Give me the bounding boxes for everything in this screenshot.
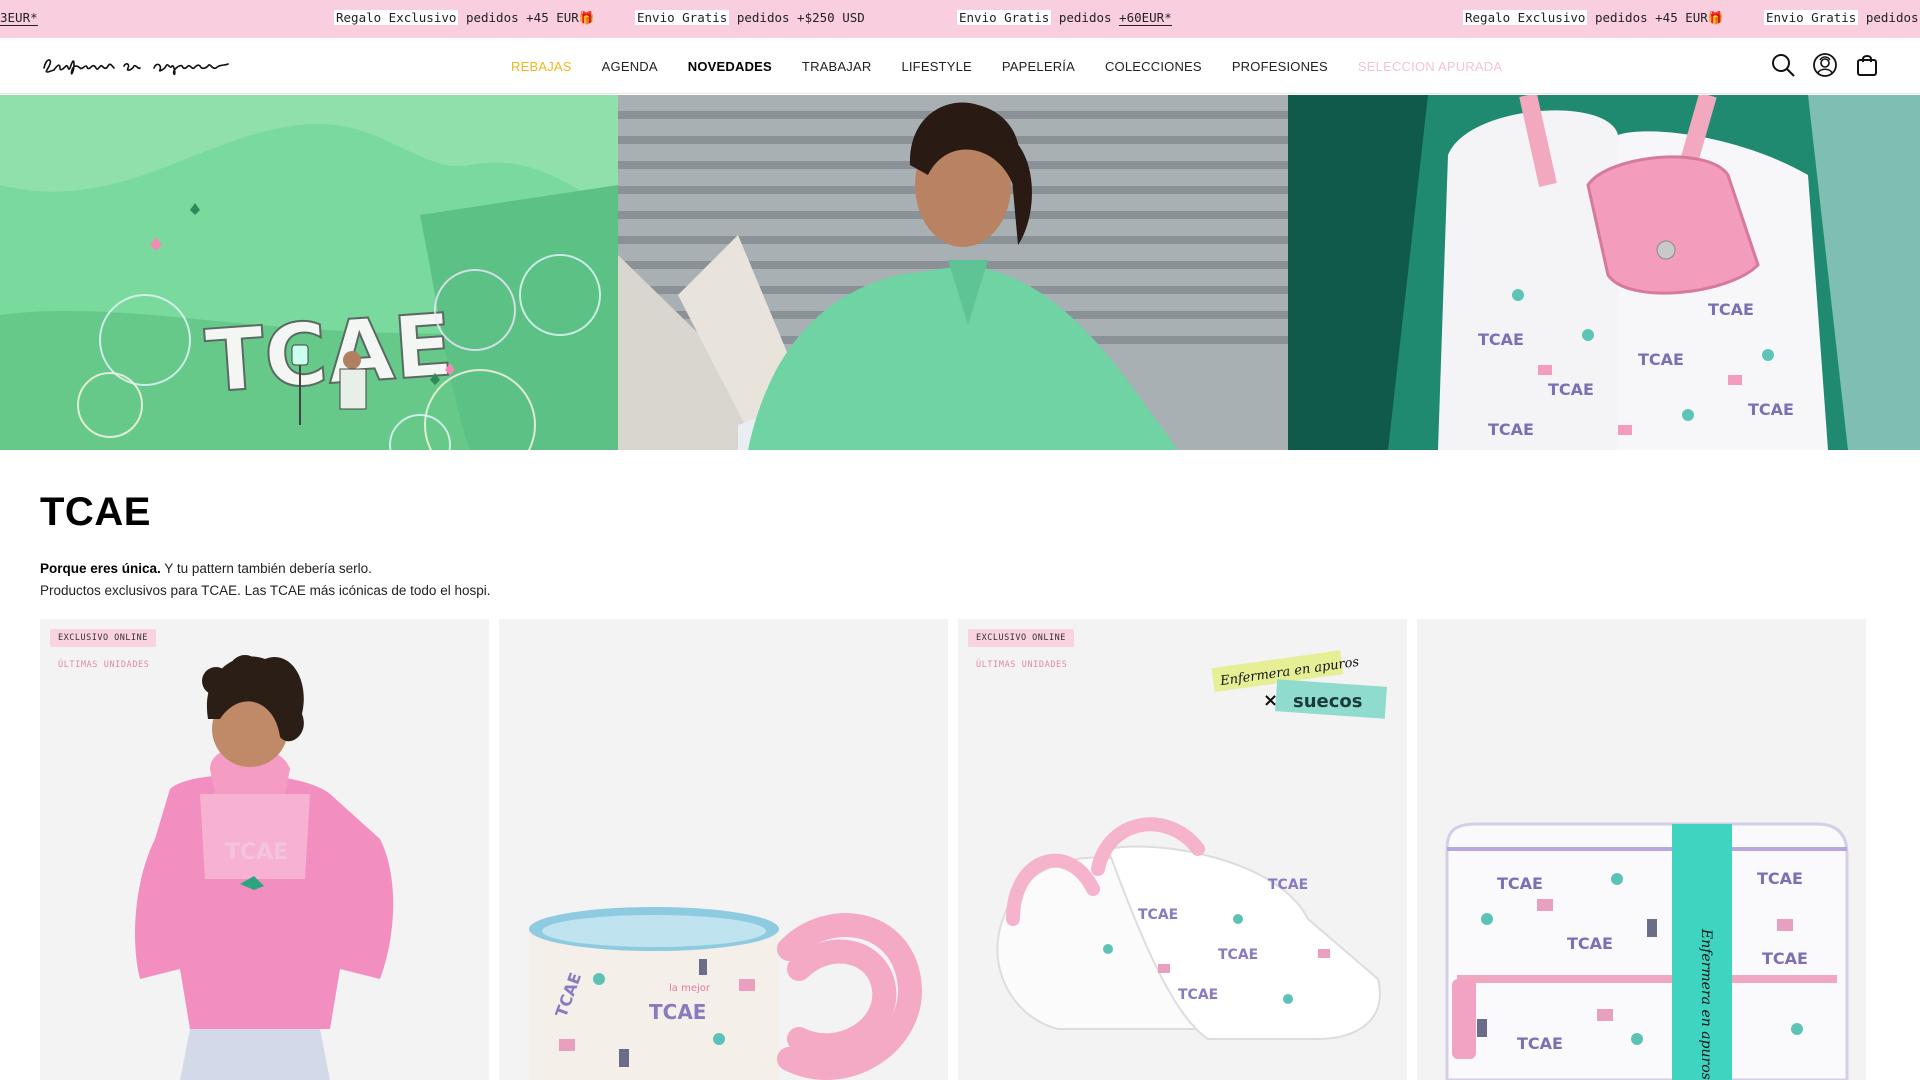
collection-description: Porque eres única. Y tu pattern también …: [40, 558, 490, 602]
nav-item-lifestyle[interactable]: LIFESTYLE: [901, 59, 971, 74]
announcement-item: 3EUR*: [0, 10, 38, 26]
nav-item-rebajas[interactable]: REBAJAS: [511, 59, 572, 74]
svg-text:TCAE: TCAE: [203, 295, 456, 412]
announcement-item: Envio Gratis pedidos +$250 USD: [635, 10, 865, 25]
collection-title: TCAE: [40, 490, 151, 534]
svg-text:TCAE: TCAE: [1748, 400, 1794, 419]
badge-ultimas-unidades: ÚLTIMAS UNIDADES: [976, 660, 1068, 670]
product-card[interactable]: Enfermera en apuros TCAE TCAE TCAE TCAE TCAE: [1417, 619, 1866, 1080]
nav-item-profesiones[interactable]: PROFESIONES: [1232, 59, 1328, 74]
hero-banner: TCAE TCAE TCAE TCAE TCAE TCAE TCAE: [0, 95, 1920, 450]
product-card[interactable]: Enfermera en apuros × suecos TCAE TCAE TCA…: [958, 619, 1407, 1080]
svg-text:TCAE: TCAE: [1178, 987, 1218, 1003]
svg-text:TCAE: TCAE: [1138, 907, 1178, 923]
svg-text:TCAE: TCAE: [1268, 877, 1308, 893]
svg-text:Enfermera en apuros: Enfermera en apuros: [1698, 928, 1714, 1080]
svg-text:TCAE: TCAE: [1218, 947, 1258, 963]
nav-item-seleccion-apurada[interactable]: SELECCION APURADA: [1358, 59, 1502, 74]
hero-image-model: ET: [618, 95, 1288, 450]
nav-item-novedades[interactable]: NOVEDADES: [688, 59, 772, 74]
announcement-item: Regalo Exclusivo pedidos +45 EUR🎁: [334, 10, 595, 25]
nav-item-agenda[interactable]: AGENDA: [602, 59, 658, 74]
svg-text:TCAE: TCAE: [1757, 869, 1803, 888]
nav-item-papeleria[interactable]: PAPELERÍA: [1002, 59, 1075, 74]
brand-logo[interactable]: [40, 50, 232, 80]
svg-text:TCAE: TCAE: [1762, 949, 1808, 968]
svg-text:TCAE: TCAE: [1478, 330, 1524, 349]
gift-icon: 🎁: [578, 10, 595, 25]
svg-text:TCAE: TCAE: [1488, 420, 1534, 439]
product-card[interactable]: TCAE EXCLUSIVO ONLINE ÚLTIMAS UNIDADES: [40, 619, 489, 1080]
product-card[interactable]: TCAE TCAE la mejor: [499, 619, 948, 1080]
svg-text:TCAE: TCAE: [1708, 300, 1754, 319]
product-image-tcae-mug: TCAETCAE la mejor: [499, 619, 948, 1080]
nav-item-colecciones[interactable]: COLECCIONES: [1105, 59, 1202, 74]
svg-text:TCAE: TCAE: [649, 1000, 706, 1024]
suecos-logo: suecos: [1293, 691, 1363, 712]
badge-exclusivo-online: EXCLUSIVO ONLINE: [968, 629, 1074, 647]
badge-exclusivo-online: EXCLUSIVO ONLINE: [50, 629, 156, 647]
hero-image-fleece: TCAE: [0, 95, 618, 450]
main-nav: REBAJAS AGENDA NOVEDADES TRABAJAR LIFEST…: [511, 38, 1502, 94]
collection-desc-line2: Productos exclusivos para TCAE. Las TCAE…: [40, 583, 491, 598]
svg-text:TCAE: TCAE: [1497, 874, 1543, 893]
hero-image-backpack: TCAE TCAE TCAE TCAE TCAE TCAE: [1288, 95, 1920, 450]
search-icon[interactable]: [1770, 52, 1796, 78]
announcement-item: Regalo Exclusivo pedidos +45 EUR🎁: [1463, 10, 1724, 25]
site-header: REBAJAS AGENDA NOVEDADES TRABAJAR LIFEST…: [0, 38, 1920, 94]
svg-text:TCAE: TCAE: [1548, 380, 1594, 399]
svg-text:TCAE: TCAE: [1567, 934, 1613, 953]
announcement-item: Envio Gratis pedidos +60EUR*: [957, 10, 1172, 26]
nav-item-trabajar[interactable]: TRABAJAR: [802, 59, 872, 74]
account-icon[interactable]: [1812, 52, 1838, 78]
product-image-tcae-crossbody-bag: Enfermera en apuros TCAE TCAE TCAE TCAE TCAE: [1417, 619, 1866, 1080]
header-icons: [1770, 52, 1880, 78]
product-image-pink-fleece-jacket: TCAE: [40, 619, 489, 1080]
svg-text:TCAE: TCAE: [1517, 1034, 1563, 1053]
announcement-bar: 3EUR* Regalo Exclusivo pedidos +45 EUR🎁 …: [0, 0, 1920, 38]
badge-ultimas-unidades: ÚLTIMAS UNIDADES: [58, 660, 150, 670]
cart-icon[interactable]: [1854, 52, 1880, 78]
collection-desc-bold: Porque eres única.: [40, 561, 161, 576]
announcement-item: Envio Gratis pedidos: [1764, 10, 1919, 25]
collection-desc-line1: Y tu pattern también debería serlo.: [160, 561, 372, 576]
product-image-tcae-clogs: Enfermera en apuros × suecos TCAETCAETCA…: [958, 619, 1407, 1080]
gift-icon: 🎁: [1707, 10, 1724, 25]
brand-logo-script: [43, 59, 229, 75]
svg-text:TCAE: TCAE: [225, 840, 288, 865]
svg-text:la mejor: la mejor: [669, 983, 711, 994]
svg-text:TCAE: TCAE: [1638, 350, 1684, 369]
